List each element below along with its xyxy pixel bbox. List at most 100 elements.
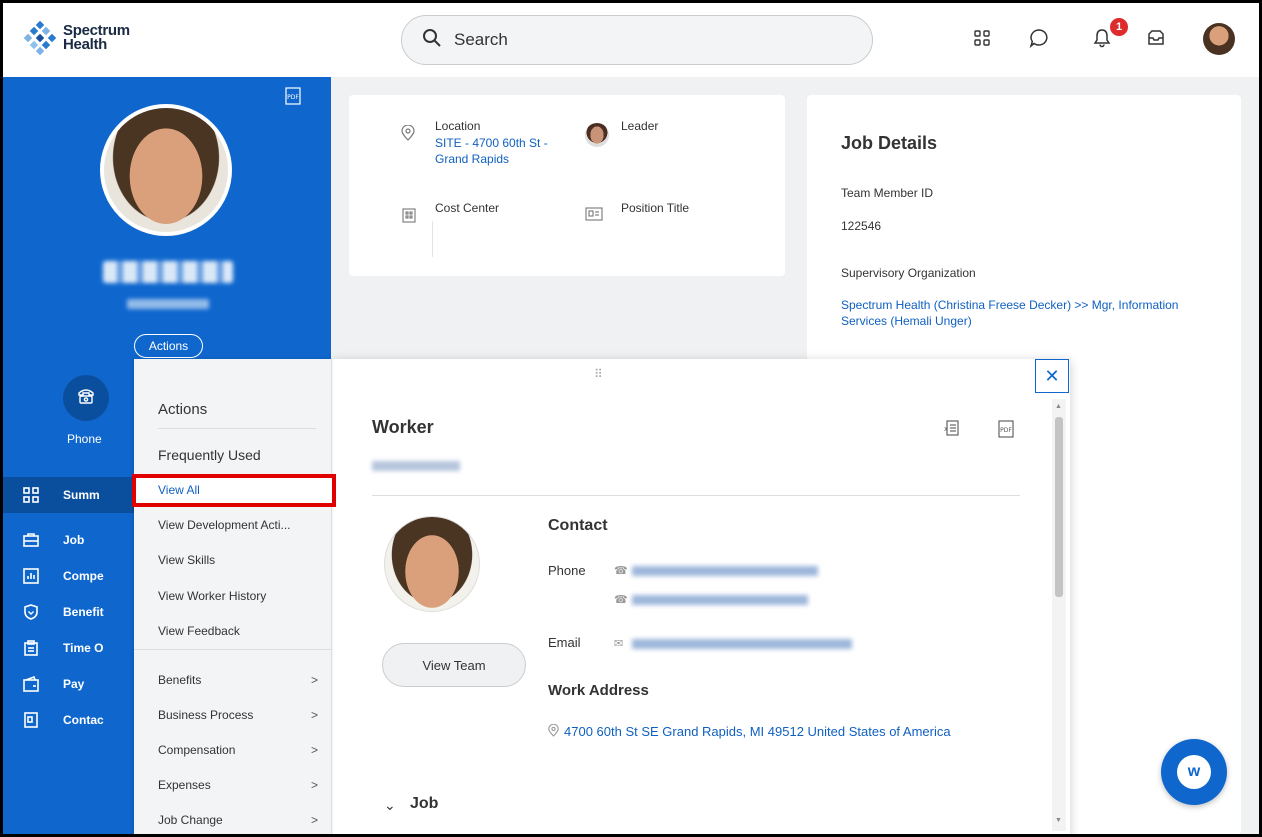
email-label: Email bbox=[548, 635, 581, 650]
wallet-icon bbox=[23, 676, 39, 692]
phone-button[interactable] bbox=[63, 375, 109, 421]
menu-item-label: Expenses bbox=[158, 778, 211, 792]
menu-item-benefits[interactable]: Benefits > bbox=[134, 665, 332, 695]
sidebar-item-label: Time O bbox=[63, 641, 104, 655]
apps-grid-icon[interactable] bbox=[969, 25, 995, 51]
phone-label: Phone bbox=[67, 432, 102, 446]
svg-text:PDF: PDF bbox=[287, 94, 299, 101]
divider bbox=[372, 495, 1020, 496]
sidebar-item-label: Pay bbox=[63, 677, 85, 691]
cost-center-label: Cost Center bbox=[435, 201, 500, 215]
workday-assistant-icon: w bbox=[1177, 755, 1211, 789]
svg-text:PDF: PDF bbox=[1000, 427, 1012, 434]
chevron-right-icon: > bbox=[310, 743, 318, 757]
excel-export-icon[interactable]: x bbox=[941, 419, 959, 442]
menu-item-expenses[interactable]: Expenses > bbox=[134, 770, 332, 800]
inbox-icon[interactable] bbox=[1143, 25, 1169, 51]
job-details-title: Job Details bbox=[841, 133, 938, 153]
divider bbox=[432, 221, 433, 257]
profile-title-redacted bbox=[127, 299, 209, 309]
sup-org-link-line2[interactable]: Services (Hemali Unger) bbox=[841, 313, 1211, 329]
menu-item-label: Compensation bbox=[158, 743, 236, 757]
position-title-label: Position Title bbox=[621, 201, 690, 215]
location-link-line2[interactable]: Grand Rapids bbox=[435, 151, 509, 167]
phone-number-redacted[interactable] bbox=[632, 566, 818, 576]
sup-org-label: Supervisory Organization bbox=[841, 266, 976, 280]
highlight-annotation bbox=[132, 474, 336, 507]
actions-menu-title: Actions bbox=[158, 401, 208, 418]
logo[interactable]: Spectrum Health bbox=[23, 20, 130, 56]
sidebar-item-label: Job bbox=[63, 533, 85, 547]
notification-badge: 1 bbox=[1108, 16, 1130, 38]
menu-item-label: Benefits bbox=[158, 673, 202, 687]
grid-icon bbox=[23, 487, 39, 503]
drag-handle-icon[interactable]: ⠿ bbox=[594, 367, 604, 381]
building-icon bbox=[401, 207, 417, 228]
location-pin-icon bbox=[548, 723, 559, 740]
menu-item-business-process[interactable]: Business Process > bbox=[134, 700, 332, 730]
location-link-line1[interactable]: SITE - 4700 60th St - bbox=[435, 135, 548, 151]
menu-item-label: View Skills bbox=[158, 553, 216, 567]
id-badge-icon bbox=[585, 207, 603, 226]
chevron-down-icon[interactable]: ⌄ bbox=[384, 797, 396, 814]
job-section-heading[interactable]: Job bbox=[410, 795, 438, 813]
menu-item-job-change[interactable]: Job Change > bbox=[134, 805, 332, 834]
leader-label: Leader bbox=[621, 119, 659, 133]
phone-icon: ☎ bbox=[614, 565, 628, 577]
frequently-used-heading: Frequently Used bbox=[158, 447, 261, 463]
sup-org-link-line1[interactable]: Spectrum Health (Christina Freese Decker… bbox=[841, 297, 1211, 313]
work-address-link[interactable]: 4700 60th St SE Grand Rapids, MI 49512 U… bbox=[564, 724, 951, 739]
close-button[interactable]: ✕ bbox=[1035, 359, 1069, 393]
worker-title: Worker bbox=[372, 417, 434, 437]
contact-heading: Contact bbox=[548, 517, 608, 534]
clipboard-icon bbox=[23, 640, 39, 656]
team-member-id-label: Team Member ID bbox=[841, 186, 934, 200]
user-avatar[interactable] bbox=[1203, 23, 1235, 55]
menu-item-view-feedback[interactable]: View Feedback bbox=[134, 616, 332, 646]
search-bar[interactable]: Search bbox=[401, 15, 873, 65]
close-icon: ✕ bbox=[1044, 365, 1060, 386]
leader-avatar[interactable] bbox=[585, 123, 609, 147]
logo-line-2: Health bbox=[63, 36, 108, 53]
worker-popup: ⠿ ✕ Worker x PDF View Team Contact Phone… bbox=[332, 359, 1070, 834]
view-team-button[interactable]: View Team bbox=[382, 643, 526, 687]
app-frame: Spectrum Health Search 1 PDF Actions Pho… bbox=[3, 3, 1259, 834]
phone-icon: ☎ bbox=[614, 594, 628, 606]
pdf-export-icon[interactable]: PDF bbox=[285, 87, 301, 110]
menu-item-compensation[interactable]: Compensation > bbox=[134, 735, 332, 765]
location-label: Location bbox=[435, 119, 481, 133]
search-icon bbox=[422, 28, 442, 53]
top-bar: Spectrum Health Search 1 bbox=[3, 3, 1259, 77]
pdf-export-icon[interactable]: PDF bbox=[998, 419, 1014, 444]
email-redacted[interactable] bbox=[632, 639, 852, 649]
briefcase-icon bbox=[23, 532, 39, 548]
assistant-button[interactable]: w bbox=[1161, 739, 1227, 805]
actions-button[interactable]: Actions bbox=[134, 334, 203, 358]
menu-item-view-worker-history[interactable]: View Worker History bbox=[134, 581, 332, 611]
sidebar-item-label: Summ bbox=[63, 488, 100, 502]
phone-number-redacted[interactable] bbox=[632, 595, 808, 605]
phone-icon bbox=[77, 387, 95, 410]
team-member-id-value: 122546 bbox=[841, 219, 882, 233]
chat-icon[interactable] bbox=[1026, 25, 1052, 51]
worker-name-redacted bbox=[372, 461, 460, 471]
phone-label: Phone bbox=[548, 563, 586, 578]
profile-photo bbox=[100, 104, 232, 236]
menu-item-label: View Worker History bbox=[158, 589, 267, 603]
sidebar-item-label: Contac bbox=[63, 713, 104, 727]
scrollbar-thumb[interactable] bbox=[1055, 417, 1063, 597]
overview-card: Location SITE - 4700 60th St - Grand Rap… bbox=[349, 95, 785, 276]
spectrum-logo-icon bbox=[23, 20, 57, 56]
scrollbar[interactable]: ▲ ▼ bbox=[1052, 399, 1066, 831]
sidebar-item-label: Benefit bbox=[63, 605, 104, 619]
logo-text: Spectrum Health bbox=[63, 23, 130, 53]
svg-text:x: x bbox=[944, 425, 948, 433]
scroll-down-icon[interactable]: ▼ bbox=[1055, 817, 1062, 824]
chart-icon bbox=[23, 568, 39, 584]
menu-item-label: View Development Acti... bbox=[158, 518, 291, 532]
chevron-right-icon: > bbox=[310, 813, 318, 827]
divider bbox=[158, 428, 316, 429]
menu-item-view-development[interactable]: View Development Acti... bbox=[134, 510, 332, 540]
scroll-up-icon[interactable]: ▲ bbox=[1055, 403, 1062, 410]
menu-item-view-skills[interactable]: View Skills bbox=[134, 545, 332, 575]
